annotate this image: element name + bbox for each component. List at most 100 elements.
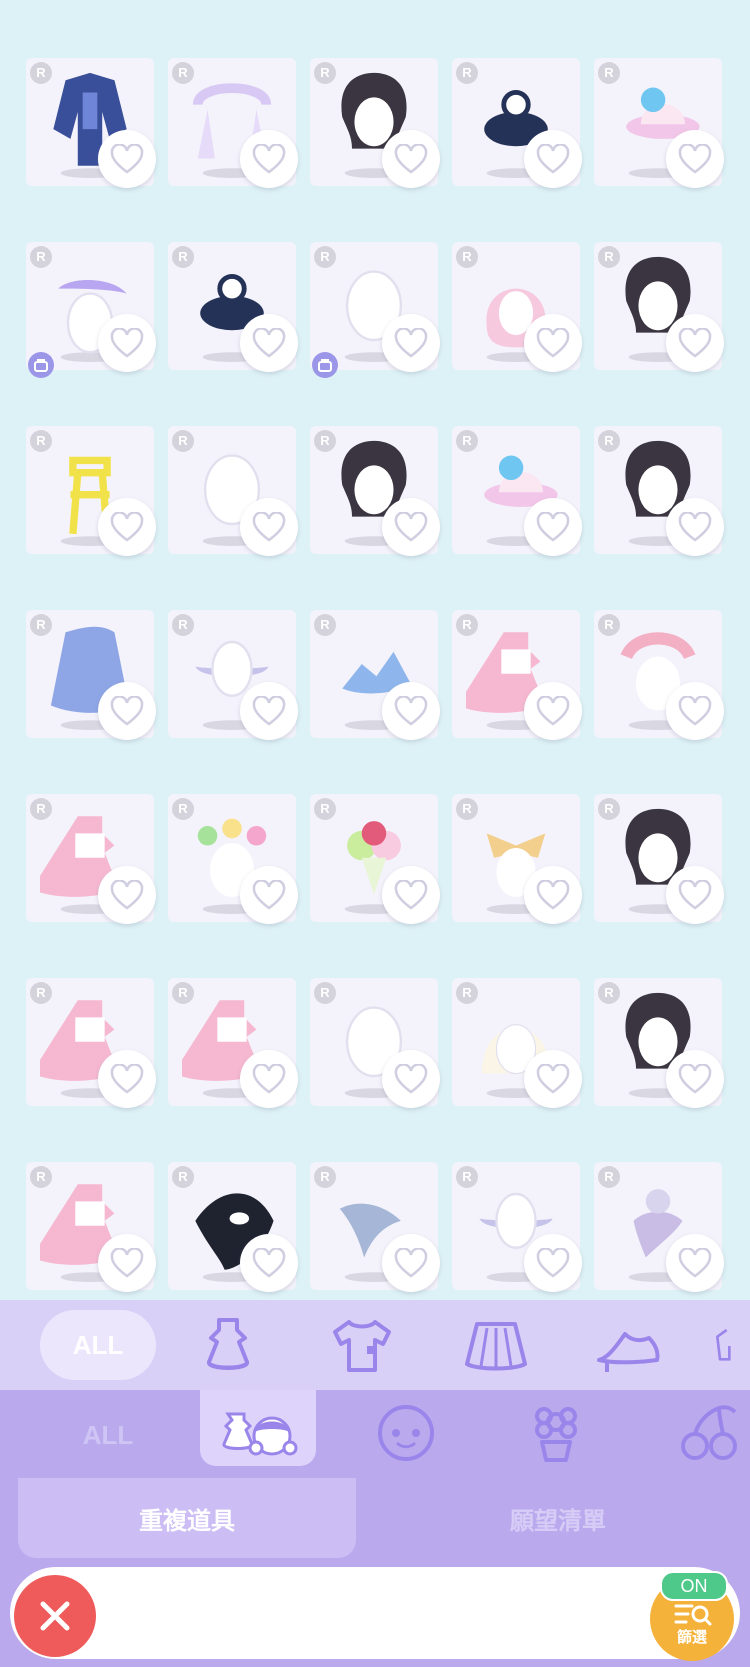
wishlist-heart-button[interactable]	[666, 682, 724, 740]
heart-icon	[394, 512, 428, 542]
item-card[interactable]: R	[594, 426, 724, 556]
wishlist-heart-button[interactable]	[240, 498, 298, 556]
wishlist-heart-button[interactable]	[98, 866, 156, 924]
heart-icon	[252, 1248, 286, 1278]
item-card[interactable]: R	[310, 242, 440, 378]
item-card[interactable]: R	[594, 610, 724, 740]
wishlist-heart-button[interactable]	[382, 866, 440, 924]
coat-icon	[716, 1328, 731, 1361]
item-card[interactable]: R	[452, 794, 582, 924]
item-card[interactable]: R	[168, 242, 298, 372]
subtab-outfit[interactable]	[200, 1390, 316, 1466]
tab-wishlist[interactable]: 願望清單	[388, 1478, 728, 1558]
wishlist-heart-button[interactable]	[666, 498, 724, 556]
wishlist-heart-button[interactable]	[240, 314, 298, 372]
wishlist-heart-button[interactable]	[666, 1234, 724, 1292]
wishlist-heart-button[interactable]	[98, 1234, 156, 1292]
wishlist-heart-button[interactable]	[98, 130, 156, 188]
wishlist-heart-button[interactable]	[98, 314, 156, 372]
wishlist-heart-button[interactable]	[382, 1050, 440, 1108]
tab-dress[interactable]	[188, 1312, 268, 1380]
item-card[interactable]: R	[26, 1162, 156, 1292]
heart-icon	[110, 696, 144, 726]
heart-icon	[394, 328, 428, 358]
subtab-accessory[interactable]	[516, 1400, 596, 1466]
item-card[interactable]: R	[310, 58, 440, 188]
item-card[interactable]: R	[168, 1162, 298, 1292]
item-card[interactable]: R	[310, 426, 440, 556]
item-card[interactable]: R	[168, 978, 298, 1108]
item-card[interactable]: R	[26, 58, 156, 188]
wishlist-heart-button[interactable]	[666, 314, 724, 372]
heart-icon	[678, 328, 712, 358]
item-card[interactable]: R	[168, 610, 298, 740]
subtab-all[interactable]: ALL	[50, 1404, 166, 1466]
item-card[interactable]: R	[310, 1162, 440, 1292]
wishlist-heart-button[interactable]	[240, 1050, 298, 1108]
item-card[interactable]: R	[26, 610, 156, 740]
wishlist-heart-button[interactable]	[98, 1050, 156, 1108]
item-card[interactable]: R	[26, 242, 156, 378]
heart-icon	[678, 1064, 712, 1094]
subtab-face[interactable]	[366, 1400, 446, 1466]
subtab-food[interactable]	[670, 1400, 750, 1466]
item-card[interactable]: R	[168, 426, 298, 556]
item-card[interactable]: R	[310, 794, 440, 924]
item-card[interactable]: R	[26, 794, 156, 924]
wishlist-heart-button[interactable]	[240, 866, 298, 924]
item-card[interactable]: R	[452, 610, 582, 740]
wishlist-heart-button[interactable]	[524, 866, 582, 924]
item-card[interactable]: R	[310, 610, 440, 740]
item-card[interactable]: R	[594, 1162, 724, 1292]
wishlist-heart-button[interactable]	[382, 682, 440, 740]
item-card[interactable]: R	[26, 426, 156, 556]
footer-panel	[10, 1567, 740, 1659]
wishlist-heart-button[interactable]	[524, 130, 582, 188]
item-card[interactable]: R	[168, 794, 298, 924]
heart-icon	[110, 144, 144, 174]
close-icon	[40, 1601, 70, 1631]
item-card[interactable]: R	[452, 1162, 582, 1292]
item-card[interactable]: R	[168, 58, 298, 188]
tab-duplicate-items[interactable]: 重複道具	[18, 1478, 356, 1558]
tab-shirt[interactable]	[322, 1312, 402, 1380]
heart-icon	[394, 880, 428, 910]
wishlist-heart-button[interactable]	[524, 1050, 582, 1108]
wishlist-heart-button[interactable]	[382, 314, 440, 372]
tab-all[interactable]: ALL	[40, 1310, 156, 1380]
wishlist-heart-button[interactable]	[666, 1050, 724, 1108]
tab-coat[interactable]	[712, 1312, 750, 1380]
wishlist-heart-button[interactable]	[98, 498, 156, 556]
item-card[interactable]: R	[594, 978, 724, 1108]
wishlist-heart-button[interactable]	[240, 1234, 298, 1292]
wishlist-heart-button[interactable]	[666, 130, 724, 188]
item-card[interactable]: R	[452, 978, 582, 1108]
heart-icon	[252, 696, 286, 726]
heart-icon	[536, 512, 570, 542]
wishlist-heart-button[interactable]	[382, 498, 440, 556]
footer-bar: 篩選 ON	[0, 1563, 750, 1667]
item-card[interactable]: R	[452, 58, 582, 188]
wishlist-heart-button[interactable]	[98, 682, 156, 740]
item-card[interactable]: R	[452, 242, 582, 372]
wishlist-heart-button[interactable]	[524, 498, 582, 556]
item-card[interactable]: R	[26, 978, 156, 1108]
item-card[interactable]: R	[594, 242, 724, 372]
wishlist-heart-button[interactable]	[524, 682, 582, 740]
wishlist-heart-button[interactable]	[382, 130, 440, 188]
item-card[interactable]: R	[310, 978, 440, 1108]
wishlist-heart-button[interactable]	[240, 682, 298, 740]
wishlist-heart-button[interactable]	[666, 866, 724, 924]
heart-icon	[678, 144, 712, 174]
item-card[interactable]: R	[452, 426, 582, 556]
wishlist-heart-button[interactable]	[524, 1234, 582, 1292]
wishlist-heart-button[interactable]	[382, 1234, 440, 1292]
wishlist-heart-button[interactable]	[240, 130, 298, 188]
wishlist-heart-button[interactable]	[524, 314, 582, 372]
tab-shoes[interactable]	[588, 1312, 668, 1380]
tab-skirt[interactable]	[456, 1312, 536, 1380]
heart-icon	[252, 1064, 286, 1094]
item-card[interactable]: R	[594, 794, 724, 924]
close-button[interactable]	[14, 1575, 96, 1657]
item-card[interactable]: R	[594, 58, 724, 188]
